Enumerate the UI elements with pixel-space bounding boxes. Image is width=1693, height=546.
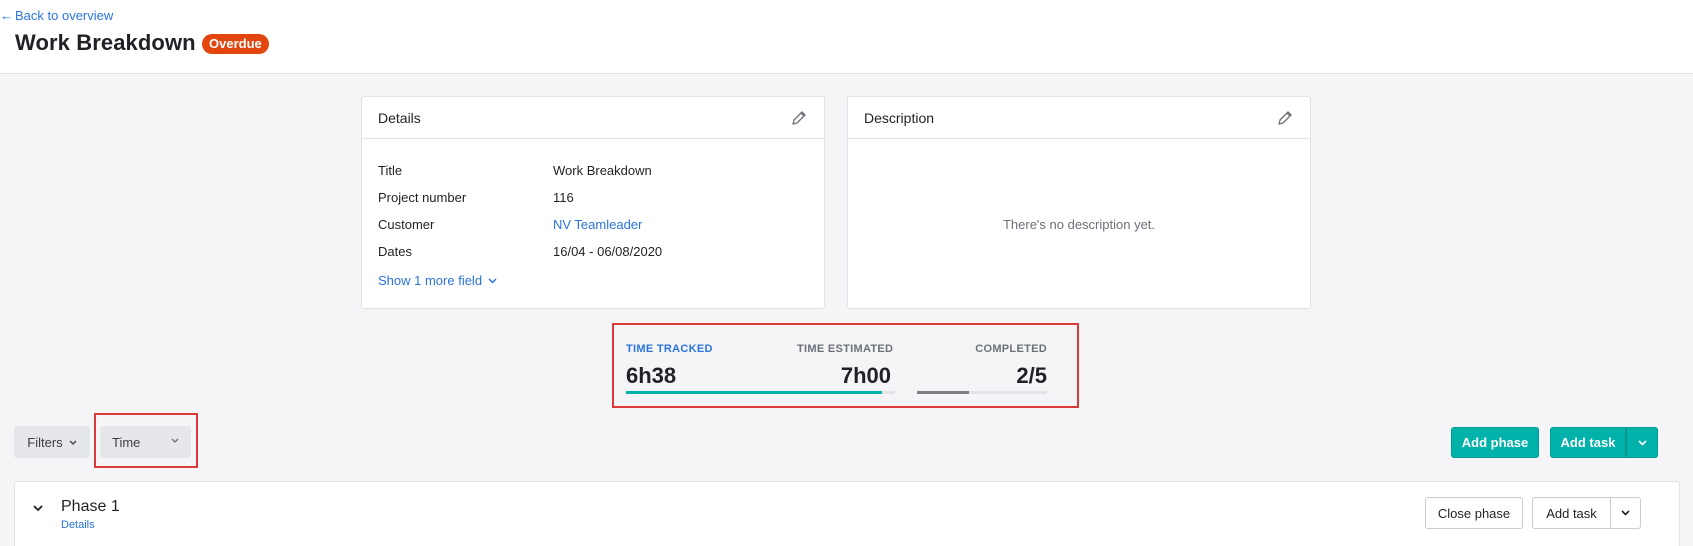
page-title: Work Breakdown (15, 30, 196, 55)
time-progress-fill (626, 391, 882, 394)
description-card-header: Description (848, 97, 1310, 139)
detail-label: Customer (378, 217, 435, 232)
arrow-left-icon: ← (0, 8, 13, 23)
status-badge: Overdue (202, 34, 269, 54)
chevron-down-icon (171, 438, 179, 443)
phase-details-link[interactable]: Details (61, 519, 95, 531)
chevron-down-icon (1637, 439, 1647, 446)
phase-title: Phase 1 (61, 498, 120, 515)
customer-link[interactable]: NV Teamleader (553, 217, 642, 232)
description-card: Description There's no description yet. (847, 96, 1311, 309)
completed-label: COMPLETED (975, 343, 1047, 355)
detail-value: Work Breakdown (553, 163, 652, 178)
details-card-title: Details (378, 109, 421, 126)
page-header: ← Back to overview Work Breakdown Overdu… (0, 0, 1693, 74)
chevron-down-icon (69, 440, 77, 445)
time-tracked-value: 6h38 (626, 363, 677, 388)
chevron-down-icon (488, 277, 497, 284)
phase-add-task-dropdown-button[interactable] (1610, 497, 1641, 529)
detail-row-project-number: Project number 116 (378, 184, 808, 211)
filters-button[interactable]: Filters (14, 426, 90, 458)
show-more-label: Show 1 more field (378, 273, 483, 288)
detail-row-title: Title Work Breakdown (378, 157, 808, 184)
details-card-header: Details (362, 97, 824, 139)
detail-label: Dates (378, 244, 412, 259)
pencil-icon[interactable] (1276, 109, 1294, 127)
description-empty-text: There's no description yet. (1002, 217, 1156, 232)
time-estimated-value: 7h00 (840, 363, 891, 388)
completed-progress-fill (917, 391, 969, 394)
detail-label: Project number (378, 190, 467, 205)
add-task-button[interactable]: Add task (1550, 427, 1626, 458)
completed-value: 2/5 (1016, 363, 1047, 388)
filters-label: Filters (27, 434, 63, 450)
phase-add-task-button[interactable]: Add task (1532, 497, 1611, 529)
detail-row-customer: Customer NV Teamleader (378, 211, 808, 238)
detail-value: 16/04 - 06/08/2020 (553, 244, 663, 259)
pencil-icon[interactable] (790, 109, 808, 127)
description-card-title: Description (864, 109, 935, 126)
time-tracked-label: TIME TRACKED (626, 343, 713, 355)
detail-row-dates: Dates 16/04 - 06/08/2020 (378, 238, 808, 265)
grouping-select-value: Time (112, 434, 141, 450)
time-stats-panel: TIME TRACKED TIME ESTIMATED 6h38 7h00 CO… (612, 323, 1079, 408)
details-list: Title Work Breakdown Project number 116 … (362, 139, 824, 265)
back-link-label: Back to overview (15, 8, 114, 23)
details-card: Details Title Work Breakdown Project num… (361, 96, 825, 309)
add-task-dropdown-button[interactable] (1626, 427, 1658, 458)
grouping-select[interactable]: Time (100, 426, 191, 458)
chevron-down-icon (1621, 510, 1630, 516)
back-to-overview-link[interactable]: ← Back to overview (0, 8, 113, 23)
add-phase-button[interactable]: Add phase (1451, 427, 1539, 458)
completed-progress-bar (917, 391, 1047, 394)
close-phase-button[interactable]: Close phase (1425, 497, 1523, 529)
time-estimated-label: TIME ESTIMATED (797, 343, 894, 355)
detail-value: 116 (553, 190, 574, 205)
time-progress-bar (626, 391, 895, 394)
chevron-down-icon[interactable] (33, 505, 43, 512)
show-more-fields-link[interactable]: Show 1 more field (378, 273, 497, 288)
phase-card: Phase 1 Details Close phase Add task (14, 481, 1680, 546)
detail-label: Title (378, 163, 403, 178)
